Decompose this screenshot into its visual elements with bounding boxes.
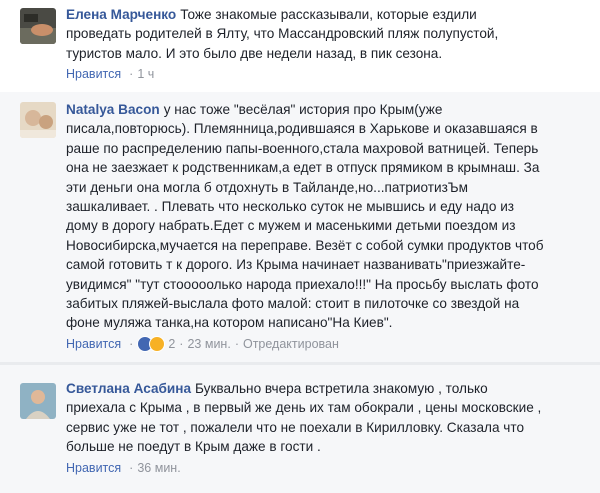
reactions[interactable]	[137, 335, 166, 352]
avatar[interactable]	[20, 8, 56, 44]
like-link[interactable]: Нравится	[66, 65, 121, 83]
edited-label[interactable]: Отредактирован	[243, 335, 339, 353]
like-link[interactable]: Нравится	[66, 459, 121, 477]
comment-author[interactable]: Светлана Асабина	[66, 381, 191, 396]
comment-text: у нас тоже "весёлая" история про Крым(уж…	[66, 102, 544, 331]
like-link[interactable]: Нравится	[66, 335, 121, 353]
comment: Елена Марченко Тоже знакомые рассказывали…	[0, 0, 600, 92]
wow-reaction-icon	[149, 335, 166, 352]
avatar[interactable]	[20, 102, 56, 138]
separator: ·	[129, 460, 134, 475]
comment-meta: Нравится · 36 мин.	[66, 459, 586, 477]
separator: ·	[129, 336, 134, 351]
separator: ·	[234, 336, 239, 351]
comment-meta: Нравится · 1 ч	[66, 65, 586, 83]
timestamp[interactable]: 1 ч	[137, 65, 154, 83]
timestamp[interactable]: 23 мин.	[187, 335, 230, 353]
comment-author[interactable]: Natalya Bacon	[66, 102, 160, 117]
comment: Natalya Bacon у нас тоже "весёлая" истори…	[0, 92, 600, 362]
separator: ·	[129, 67, 134, 82]
comment-meta: Нравится · 2 · 23 мин. · Отредактирован	[66, 335, 586, 353]
comment-author[interactable]: Елена Марченко	[66, 7, 176, 22]
timestamp[interactable]: 36 мин.	[137, 459, 180, 477]
separator: ·	[179, 336, 184, 351]
comment: Светлана Асабина Буквально вчера встретил…	[0, 365, 600, 493]
avatar[interactable]	[20, 383, 56, 419]
reaction-count[interactable]: 2	[168, 335, 175, 353]
